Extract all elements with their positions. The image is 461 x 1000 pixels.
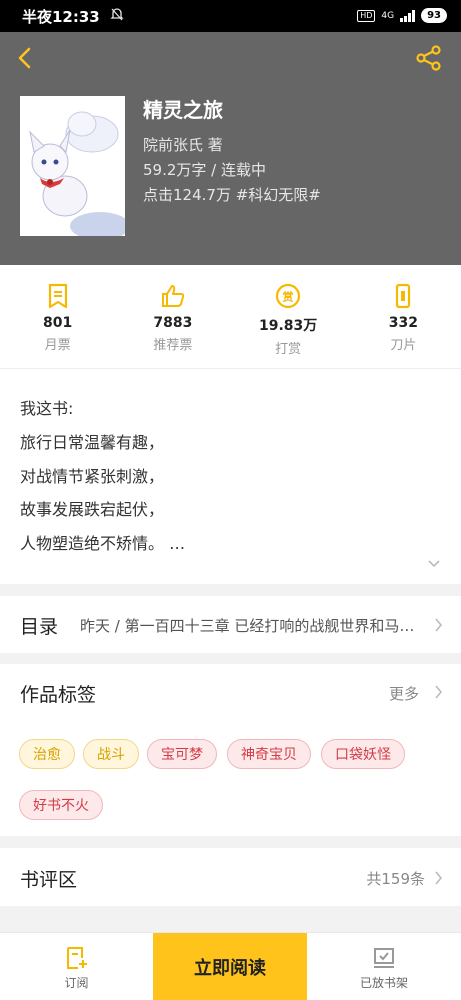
tag-chip[interactable]: 好书不火 [19, 790, 103, 820]
catalog-row[interactable]: 目录 昨天 / 第一百四十三章 已经打响的战舰世界和马… [0, 596, 461, 653]
intro-line: 对战情节紧张刺激， [20, 467, 165, 486]
tag-chip[interactable]: 战斗 [83, 739, 139, 769]
book-intro[interactable]: 我这书: 旅行日常温馨有趣， 对战情节紧张刺激， 故事发展跌宕起伏， 人物塑造绝… [0, 368, 461, 584]
stat-value: 7883 [153, 315, 193, 331]
battery-icon: 93 [421, 8, 447, 23]
book-clicks-category: 点击124.7万 #科幻无限# [143, 186, 321, 204]
review-row[interactable]: 书评区 共159条 [0, 848, 461, 906]
review-count: 共159条 [366, 870, 425, 888]
book-title: 精灵之旅 [143, 98, 223, 122]
latest-chapter: 昨天 / 第一百四十三章 已经打响的战舰世界和马… [80, 617, 415, 635]
book-cover[interactable] [20, 96, 125, 236]
blade-icon [396, 283, 411, 309]
stat-blade[interactable]: 332 刀片 [346, 265, 461, 368]
stat-label: 推荐票 [153, 338, 193, 353]
subscribe-icon [66, 947, 87, 969]
subscribe-button[interactable]: 订阅 [0, 933, 153, 1000]
stat-label: 刀片 [390, 338, 417, 353]
stat-monthly-ticket[interactable]: 801 月票 [0, 265, 115, 368]
stat-label: 打赏 [275, 342, 302, 357]
book-word-status: 59.2万字 / 连载中 [143, 161, 266, 179]
reward-coin-icon: 赏 [276, 283, 301, 309]
subscribe-label: 订阅 [64, 976, 89, 990]
status-time: 半夜12:33 [22, 7, 100, 26]
stat-reward[interactable]: 赏 19.83万 打赏 [231, 265, 346, 368]
intro-line: 人物塑造绝不矫情。 … [20, 534, 186, 553]
tags-title: 作品标签 [20, 684, 97, 706]
read-now-button[interactable]: 立即阅读 [153, 933, 307, 1000]
hd-icon: HD [357, 9, 376, 22]
signal-icon [400, 9, 416, 22]
stat-label: 月票 [44, 338, 71, 353]
stat-value: 19.83万 [258, 318, 318, 334]
network-label: 4G [381, 10, 395, 21]
chevron-right-icon [435, 871, 443, 885]
tag-chip[interactable]: 口袋妖怪 [321, 739, 405, 769]
bookshelf-label: 已放书架 [359, 976, 408, 990]
status-bar: 半夜12:33 HD 4G 93 [0, 0, 461, 32]
tag-chip[interactable]: 治愈 [19, 739, 75, 769]
stats-row: 801 月票 7883 推荐票 赏 19.83万 打赏 332 刀片 [0, 265, 461, 368]
intro-line: 我这书: [20, 399, 74, 418]
review-title: 书评区 [20, 869, 78, 891]
catalog-title: 目录 [20, 616, 59, 638]
bottom-action-bar: 订阅 立即阅读 已放书架 [0, 932, 461, 1000]
back-arrow-icon[interactable] [14, 46, 38, 70]
book-author[interactable]: 院前张氏 著 [143, 134, 223, 155]
status-indicators: HD 4G 93 [357, 8, 447, 23]
ticket-icon [48, 283, 67, 309]
stat-value: 801 [43, 315, 73, 331]
intro-line: 旅行日常温馨有趣， [20, 433, 165, 452]
share-icon[interactable] [415, 44, 443, 72]
bookshelf-check-icon [374, 948, 394, 968]
svg-text:赏: 赏 [283, 290, 294, 304]
intro-line: 故事发展跌宕起伏， [20, 500, 165, 519]
tag-chip[interactable]: 宝可梦 [147, 739, 217, 769]
bookshelf-button[interactable]: 已放书架 [307, 933, 461, 1000]
chevron-right-icon[interactable] [434, 685, 443, 699]
thumbs-up-icon [161, 285, 185, 307]
chevron-right-icon [435, 618, 443, 632]
tags-more-link[interactable]: 更多 [389, 683, 419, 704]
book-header: 精灵之旅 院前张氏 著 59.2万字 / 连载中 点击124.7万 #科幻无限# [0, 32, 461, 265]
mute-bell-icon [110, 7, 124, 25]
stat-recommend[interactable]: 7883 推荐票 [115, 265, 230, 368]
tag-chip[interactable]: 神奇宝贝 [227, 739, 311, 769]
stat-value: 332 [388, 315, 418, 331]
tags-section: 作品标签 更多 治愈 战斗 宝可梦 神奇宝贝 口袋妖怪 好书不火 [0, 664, 461, 836]
expand-chevron-icon[interactable] [427, 557, 441, 571]
